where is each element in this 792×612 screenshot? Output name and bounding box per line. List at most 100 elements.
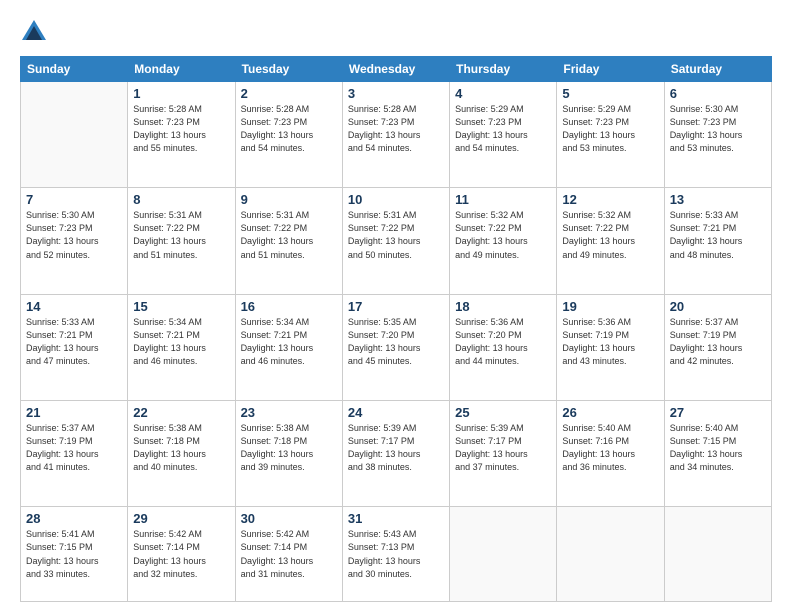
day-info: Sunrise: 5:40 AM Sunset: 7:16 PM Dayligh… xyxy=(562,422,658,474)
calendar-cell: 24 Sunrise: 5:39 AM Sunset: 7:17 PM Dayli… xyxy=(342,401,449,507)
calendar-cell: 28 Sunrise: 5:41 AM Sunset: 7:15 PM Dayli… xyxy=(21,507,128,602)
calendar-cell: 8Sunrise: 5:31 AM Sunset: 7:22 PM Daylig… xyxy=(128,188,235,294)
day-info: Sunrise: 5:32 AM Sunset: 7:22 PM Dayligh… xyxy=(455,209,551,261)
day-info: Sunrise: 5:28 AM Sunset: 7:23 PM Dayligh… xyxy=(348,103,444,155)
day-info: Sunrise: 5:33 AM Sunset: 7:21 PM Dayligh… xyxy=(670,209,766,261)
day-header-wednesday: Wednesday xyxy=(342,57,449,82)
day-info: Sunrise: 5:29 AM Sunset: 7:23 PM Dayligh… xyxy=(455,103,551,155)
calendar-cell: 26 Sunrise: 5:40 AM Sunset: 7:16 PM Dayli… xyxy=(557,401,664,507)
calendar-cell: 10Sunrise: 5:31 AM Sunset: 7:22 PM Dayli… xyxy=(342,188,449,294)
calendar-table: SundayMondayTuesdayWednesdayThursdayFrid… xyxy=(20,56,772,602)
calendar-cell: 16 Sunrise: 5:34 AM Sunset: 7:21 PM Dayli… xyxy=(235,294,342,400)
calendar-cell xyxy=(21,82,128,188)
logo-icon xyxy=(20,18,48,46)
logo xyxy=(20,18,52,46)
day-header-friday: Friday xyxy=(557,57,664,82)
calendar-cell xyxy=(557,507,664,602)
day-info: Sunrise: 5:37 AM Sunset: 7:19 PM Dayligh… xyxy=(670,316,766,368)
day-info: Sunrise: 5:30 AM Sunset: 7:23 PM Dayligh… xyxy=(26,209,122,261)
day-number: 20 xyxy=(670,299,766,314)
calendar-cell: 15Sunrise: 5:34 AM Sunset: 7:21 PM Dayli… xyxy=(128,294,235,400)
day-number: 28 xyxy=(26,511,122,526)
day-number: 21 xyxy=(26,405,122,420)
day-number: 19 xyxy=(562,299,658,314)
day-info: Sunrise: 5:29 AM Sunset: 7:23 PM Dayligh… xyxy=(562,103,658,155)
calendar-cell: 14 Sunrise: 5:33 AM Sunset: 7:21 PM Dayli… xyxy=(21,294,128,400)
calendar-cell: 20 Sunrise: 5:37 AM Sunset: 7:19 PM Dayli… xyxy=(664,294,771,400)
day-number: 14 xyxy=(26,299,122,314)
day-number: 11 xyxy=(455,192,551,207)
day-header-thursday: Thursday xyxy=(450,57,557,82)
day-number: 7 xyxy=(26,192,122,207)
calendar-cell: 29 Sunrise: 5:42 AM Sunset: 7:14 PM Dayli… xyxy=(128,507,235,602)
calendar-cell: 17Sunrise: 5:35 AM Sunset: 7:20 PM Dayli… xyxy=(342,294,449,400)
day-info: Sunrise: 5:38 AM Sunset: 7:18 PM Dayligh… xyxy=(241,422,337,474)
day-number: 31 xyxy=(348,511,444,526)
day-number: 29 xyxy=(133,511,229,526)
calendar-cell: 18 Sunrise: 5:36 AM Sunset: 7:20 PM Dayli… xyxy=(450,294,557,400)
day-number: 18 xyxy=(455,299,551,314)
day-info: Sunrise: 5:41 AM Sunset: 7:15 PM Dayligh… xyxy=(26,528,122,580)
calendar-cell: 12 Sunrise: 5:32 AM Sunset: 7:22 PM Dayli… xyxy=(557,188,664,294)
day-info: Sunrise: 5:32 AM Sunset: 7:22 PM Dayligh… xyxy=(562,209,658,261)
day-info: Sunrise: 5:43 AM Sunset: 7:13 PM Dayligh… xyxy=(348,528,444,580)
day-info: Sunrise: 5:31 AM Sunset: 7:22 PM Dayligh… xyxy=(241,209,337,261)
calendar-cell: 1 Sunrise: 5:28 AM Sunset: 7:23 PM Daylig… xyxy=(128,82,235,188)
day-number: 13 xyxy=(670,192,766,207)
day-number: 24 xyxy=(348,405,444,420)
calendar-cell: 31 Sunrise: 5:43 AM Sunset: 7:13 PM Dayli… xyxy=(342,507,449,602)
calendar-cell: 11 Sunrise: 5:32 AM Sunset: 7:22 PM Dayli… xyxy=(450,188,557,294)
day-info: Sunrise: 5:31 AM Sunset: 7:22 PM Dayligh… xyxy=(133,209,229,261)
page: SundayMondayTuesdayWednesdayThursdayFrid… xyxy=(0,0,792,612)
day-number: 5 xyxy=(562,86,658,101)
calendar-cell: 9 Sunrise: 5:31 AM Sunset: 7:22 PM Daylig… xyxy=(235,188,342,294)
calendar-cell: 23 Sunrise: 5:38 AM Sunset: 7:18 PM Dayli… xyxy=(235,401,342,507)
day-number: 3 xyxy=(348,86,444,101)
calendar-cell: 6 Sunrise: 5:30 AM Sunset: 7:23 PM Daylig… xyxy=(664,82,771,188)
calendar-cell xyxy=(664,507,771,602)
calendar-cell: 4 Sunrise: 5:29 AM Sunset: 7:23 PM Daylig… xyxy=(450,82,557,188)
day-header-monday: Monday xyxy=(128,57,235,82)
day-header-tuesday: Tuesday xyxy=(235,57,342,82)
day-info: Sunrise: 5:28 AM Sunset: 7:23 PM Dayligh… xyxy=(133,103,229,155)
day-number: 22 xyxy=(133,405,229,420)
day-info: Sunrise: 5:34 AM Sunset: 7:21 PM Dayligh… xyxy=(133,316,229,368)
day-number: 10 xyxy=(348,192,444,207)
day-header-sunday: Sunday xyxy=(21,57,128,82)
calendar-cell: 13 Sunrise: 5:33 AM Sunset: 7:21 PM Dayli… xyxy=(664,188,771,294)
day-info: Sunrise: 5:37 AM Sunset: 7:19 PM Dayligh… xyxy=(26,422,122,474)
calendar-cell: 22 Sunrise: 5:38 AM Sunset: 7:18 PM Dayli… xyxy=(128,401,235,507)
day-info: Sunrise: 5:33 AM Sunset: 7:21 PM Dayligh… xyxy=(26,316,122,368)
day-info: Sunrise: 5:34 AM Sunset: 7:21 PM Dayligh… xyxy=(241,316,337,368)
day-info: Sunrise: 5:39 AM Sunset: 7:17 PM Dayligh… xyxy=(455,422,551,474)
calendar-cell: 27 Sunrise: 5:40 AM Sunset: 7:15 PM Dayli… xyxy=(664,401,771,507)
day-header-saturday: Saturday xyxy=(664,57,771,82)
day-number: 23 xyxy=(241,405,337,420)
day-number: 4 xyxy=(455,86,551,101)
calendar-cell: 30Sunrise: 5:42 AM Sunset: 7:14 PM Dayli… xyxy=(235,507,342,602)
day-info: Sunrise: 5:38 AM Sunset: 7:18 PM Dayligh… xyxy=(133,422,229,474)
day-info: Sunrise: 5:42 AM Sunset: 7:14 PM Dayligh… xyxy=(133,528,229,580)
day-number: 25 xyxy=(455,405,551,420)
calendar-cell: 25 Sunrise: 5:39 AM Sunset: 7:17 PM Dayli… xyxy=(450,401,557,507)
calendar-cell: 19 Sunrise: 5:36 AM Sunset: 7:19 PM Dayli… xyxy=(557,294,664,400)
day-info: Sunrise: 5:35 AM Sunset: 7:20 PM Dayligh… xyxy=(348,316,444,368)
day-number: 6 xyxy=(670,86,766,101)
day-info: Sunrise: 5:39 AM Sunset: 7:17 PM Dayligh… xyxy=(348,422,444,474)
calendar-cell: 2Sunrise: 5:28 AM Sunset: 7:23 PM Daylig… xyxy=(235,82,342,188)
day-number: 9 xyxy=(241,192,337,207)
day-number: 1 xyxy=(133,86,229,101)
day-number: 27 xyxy=(670,405,766,420)
day-info: Sunrise: 5:40 AM Sunset: 7:15 PM Dayligh… xyxy=(670,422,766,474)
day-info: Sunrise: 5:30 AM Sunset: 7:23 PM Dayligh… xyxy=(670,103,766,155)
header xyxy=(20,18,772,46)
day-number: 16 xyxy=(241,299,337,314)
day-info: Sunrise: 5:28 AM Sunset: 7:23 PM Dayligh… xyxy=(241,103,337,155)
day-info: Sunrise: 5:36 AM Sunset: 7:19 PM Dayligh… xyxy=(562,316,658,368)
day-number: 12 xyxy=(562,192,658,207)
day-number: 26 xyxy=(562,405,658,420)
day-info: Sunrise: 5:36 AM Sunset: 7:20 PM Dayligh… xyxy=(455,316,551,368)
day-number: 30 xyxy=(241,511,337,526)
calendar-cell: 7 Sunrise: 5:30 AM Sunset: 7:23 PM Daylig… xyxy=(21,188,128,294)
calendar-cell: 21 Sunrise: 5:37 AM Sunset: 7:19 PM Dayli… xyxy=(21,401,128,507)
